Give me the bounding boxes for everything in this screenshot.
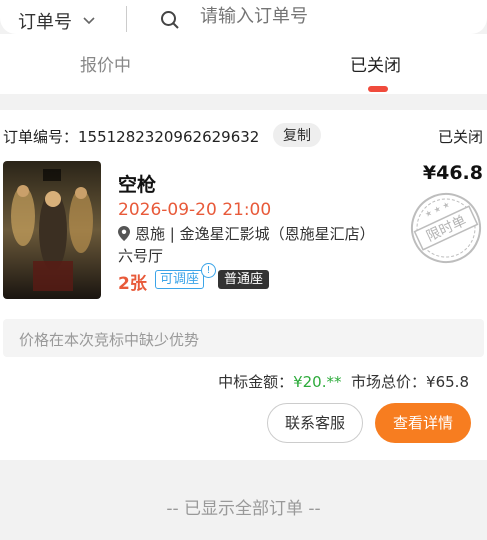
order-card: 订单编号：1551282320962629632 复制 已关闭 空枪 ¥46.8… — [0, 110, 487, 460]
price-hint: 价格在本次竞标中缺少优势 — [3, 319, 484, 357]
tab-active-indicator — [368, 86, 388, 92]
search-icon[interactable] — [160, 10, 180, 30]
copy-button[interactable]: 复制 — [273, 123, 321, 147]
market-total: ¥65.8 — [426, 373, 469, 391]
search-bar: 订单号 — [0, 0, 487, 34]
info-icon[interactable]: ! — [201, 263, 216, 278]
showtime: 2026-09-20 21:00 — [118, 200, 272, 220]
order-filter-label: 订单号 — [18, 12, 72, 33]
cinema-info: 恩施 | 金逸星汇影城（恩施星汇店） — [118, 223, 375, 244]
order-number: 订单编号：1551282320962629632 — [3, 128, 260, 146]
limited-time-stamp: 限时单 ★ ★ ★ — [411, 193, 481, 263]
win-amount: ¥20.** — [293, 373, 342, 391]
adjustable-seat-tag: 可调座 — [155, 270, 205, 289]
contact-service-button[interactable]: 联系客服 — [267, 403, 363, 443]
seat-type-tag: 普通座 — [218, 270, 270, 289]
hall-name: 六号厅 — [118, 247, 164, 265]
tab-quoting[interactable]: 报价中 — [80, 51, 131, 76]
order-status: 已关闭 — [437, 128, 483, 146]
order-price: ¥46.8 — [422, 162, 483, 184]
market-total-label: 市场总价： — [351, 373, 427, 391]
poster-image — [3, 161, 101, 299]
seat-count: 2张 — [118, 274, 147, 294]
amount-summary: 中标金额：¥20.** 市场总价：¥65.8 — [218, 371, 469, 392]
status-tabs: 报价中 已关闭 — [0, 34, 487, 94]
view-details-button[interactable]: 查看详情 — [375, 403, 471, 443]
tab-closed[interactable]: 已关闭 — [350, 51, 401, 76]
win-amount-label: 中标金额： — [218, 373, 294, 391]
chevron-down-icon — [83, 17, 95, 25]
location-pin-icon — [118, 226, 130, 241]
order-filter-dropdown[interactable]: 订单号 — [18, 8, 96, 34]
search-divider — [126, 6, 127, 32]
end-of-list-text: -- 已显示全部订单 -- — [166, 499, 321, 519]
movie-poster[interactable] — [3, 161, 101, 299]
movie-title: 空枪 — [118, 174, 157, 196]
cinema-name: 恩施 | 金逸星汇影城（恩施星汇店） — [135, 225, 375, 243]
search-input[interactable] — [200, 6, 460, 27]
